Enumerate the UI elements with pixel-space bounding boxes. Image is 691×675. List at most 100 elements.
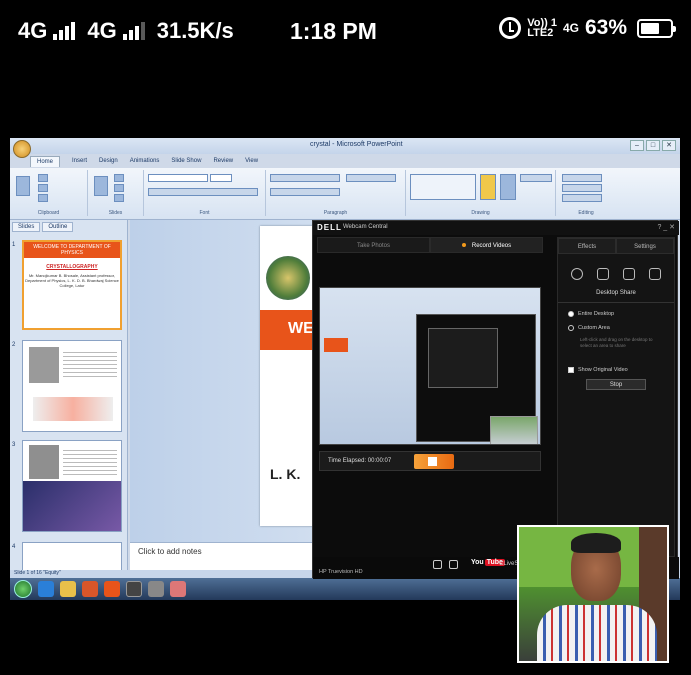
portrait-image (29, 347, 59, 383)
section-title: Desktop Share (558, 290, 674, 303)
ribbon-group-font: Font (144, 170, 266, 216)
slide-canvas[interactable]: WE L. K. (260, 226, 320, 526)
area-hint: Left-click and drag on the desktop to se… (580, 337, 653, 348)
tab-slide-show[interactable]: Slide Show (171, 158, 201, 164)
slide1-header: WELCOME TO DEPARTMENT OF PHYSICS (24, 242, 120, 258)
radio-icon[interactable] (568, 311, 574, 317)
monitor-icon[interactable] (623, 268, 635, 280)
delete-icon[interactable] (114, 194, 124, 202)
slide-number: 2 (12, 342, 16, 348)
option-entire-desktop[interactable]: Entire Desktop (568, 311, 674, 317)
text-direction-button[interactable] (346, 174, 396, 182)
data-speed: 31.5K/s (156, 18, 234, 43)
font-format-buttons[interactable] (148, 188, 258, 196)
explorer-icon[interactable] (60, 581, 76, 597)
start-button-icon[interactable] (14, 580, 32, 598)
shield-icon[interactable] (597, 268, 609, 280)
webcam-pip-overlay[interactable] (517, 525, 669, 663)
email-icon[interactable] (449, 560, 458, 569)
dell-window-controls[interactable]: ? _ ✕ (657, 223, 675, 231)
select-button[interactable] (562, 194, 602, 202)
office-button-icon[interactable] (13, 140, 31, 158)
slide1-body: Mr. Manojkumar B. Bhosale, Assistant pro… (25, 273, 119, 288)
preview-webcam (490, 416, 538, 444)
stop-button[interactable]: Stop (586, 379, 646, 390)
cut-icon[interactable] (38, 174, 48, 182)
show-original-video[interactable]: Show Original Video (568, 367, 674, 373)
find-button[interactable] (562, 174, 602, 182)
reset-icon[interactable] (114, 184, 124, 192)
paste-icon[interactable] (16, 176, 30, 196)
slide-thumbnail-1[interactable]: WELCOME TO DEPARTMENT OF PHYSICS CRYSTAL… (22, 240, 122, 330)
tab-effects[interactable]: Effects (558, 238, 616, 254)
checkbox-icon[interactable] (568, 367, 574, 373)
tab-slides[interactable]: Slides (12, 222, 41, 232)
list-buttons[interactable] (270, 174, 340, 182)
tab-settings[interactable]: Settings (616, 238, 674, 254)
tab-animations[interactable]: Animations (130, 158, 160, 164)
youtube-you: You (471, 559, 484, 566)
lattice-image (23, 481, 121, 531)
option-label: Entire Desktop (578, 311, 615, 317)
stop-record-button[interactable] (414, 454, 454, 469)
shapes-gallery[interactable] (410, 174, 476, 200)
share-icon[interactable] (433, 560, 442, 569)
slide-number: 1 (12, 242, 16, 248)
ribbon-group-paragraph: Paragraph (266, 170, 406, 216)
tab-outline[interactable]: Outline (42, 222, 74, 232)
replace-button[interactable] (562, 184, 602, 192)
slide-thumbnail-3[interactable] (22, 440, 122, 532)
window-controls: – □ ✕ (630, 140, 676, 151)
webcam-icon[interactable] (126, 581, 142, 597)
powerpoint-icon[interactable] (104, 581, 120, 597)
dell-titlebar: DELL Webcam Central ? _ ✕ (313, 221, 679, 235)
arrange-icon[interactable] (480, 174, 496, 200)
close-icon[interactable]: ✕ (662, 140, 676, 151)
notes-area[interactable]: Click to add notes (130, 542, 330, 570)
recording-bar: Time Elapsed: 00:00:07 (319, 451, 541, 471)
format-painter-icon[interactable] (38, 194, 48, 202)
battery-icon (637, 18, 676, 38)
minimize-icon[interactable]: – (630, 140, 644, 151)
status-bar: 4G 4G 31.5K/s 1:18 PM Vo)) 1 LTE2 4G 63% (0, 0, 691, 72)
tab-take-photos[interactable]: Take Photos (317, 237, 430, 253)
tab-insert[interactable]: Insert (72, 158, 87, 164)
align-buttons[interactable] (270, 188, 340, 196)
tab-record-videos[interactable]: Record Videos (430, 237, 543, 253)
group-label: Paragraph (323, 210, 348, 216)
preview-slide (324, 338, 348, 352)
network-label-3: 4G (562, 21, 579, 35)
shape-fill-button[interactable] (520, 174, 552, 182)
option-custom-area[interactable]: Custom Area (568, 325, 674, 331)
palette-icon[interactable] (571, 268, 583, 280)
window-title: crystal - Microsoft PowerPoint (310, 141, 403, 148)
paint-icon[interactable] (170, 581, 186, 597)
tab-design[interactable]: Design (99, 158, 118, 164)
radio-icon[interactable] (568, 325, 574, 331)
maximize-icon[interactable]: □ (646, 140, 660, 151)
new-slide-icon[interactable] (94, 176, 108, 196)
tab-review[interactable]: Review (213, 158, 233, 164)
font-size-field[interactable] (210, 174, 232, 182)
signal-icon-2 (122, 22, 145, 40)
layout-icon[interactable] (114, 174, 124, 182)
tab-view[interactable]: View (245, 158, 258, 164)
text-lines (63, 349, 117, 377)
font-name-field[interactable] (148, 174, 208, 182)
slide-thumbnail-2[interactable] (22, 340, 122, 432)
time-elapsed: Time Elapsed: 00:00:07 (328, 458, 392, 464)
ie-icon[interactable] (38, 581, 54, 597)
media-player-icon[interactable] (82, 581, 98, 597)
windows-icon[interactable] (649, 268, 661, 280)
powerpoint-titlebar: crystal - Microsoft PowerPoint – □ ✕ (10, 138, 680, 158)
option-label: Custom Area (578, 325, 610, 331)
volte-indicator: Vo)) 1 LTE2 (527, 18, 557, 39)
tab-home[interactable]: Home (30, 155, 61, 167)
slide-banner: WE (260, 310, 320, 350)
xray-diagram (33, 397, 113, 421)
slide-thumbnail-4[interactable] (22, 542, 122, 572)
ribbon-group-slides: Slides (88, 170, 144, 216)
app-icon[interactable] (148, 581, 164, 597)
copy-icon[interactable] (38, 184, 48, 192)
quick-styles-icon[interactable] (500, 174, 516, 200)
